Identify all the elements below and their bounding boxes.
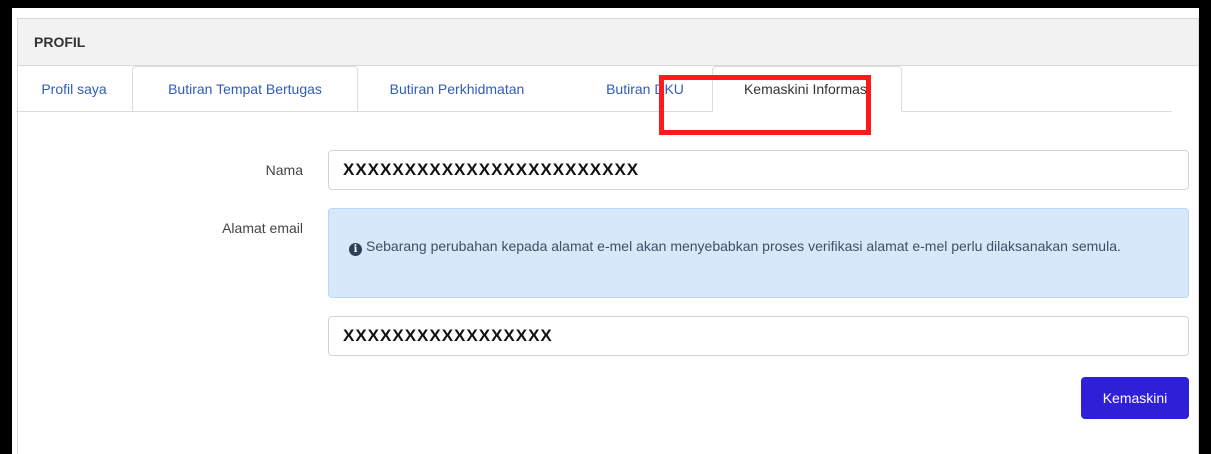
tab-label: Profil saya <box>41 80 107 97</box>
tab-kemaskini-informasi[interactable]: Kemaskini Informasi <box>712 66 902 112</box>
email-value: XXXXXXXXXXXXXXXXX <box>343 326 553 345</box>
name-label: Nama <box>265 162 303 178</box>
tab-butiran-perkhidmatan[interactable]: Butiran Perkhidmatan <box>358 66 556 111</box>
card-header: PROFIL <box>18 19 1198 66</box>
profile-tabs: Profil saya Butiran Tempat Bertugas Buti… <box>16 66 1172 112</box>
tab-label: Butiran DKU <box>606 80 684 97</box>
tab-label: Butiran Perkhidmatan <box>389 80 525 97</box>
name-value: XXXXXXXXXXXXXXXXXXXXXXXX <box>343 160 640 179</box>
tab-label: Kemaskini Informasi <box>743 81 871 97</box>
email-label: Alamat email <box>222 220 303 236</box>
tab-butiran-dku[interactable]: Butiran DKU <box>578 66 712 111</box>
card-title: PROFIL <box>34 34 86 50</box>
email-change-notice: i Sebarang perubahan kepada alamat e-mel … <box>328 208 1189 298</box>
info-circle-icon: i <box>349 243 362 256</box>
kemaskini-button[interactable]: Kemaskini <box>1081 377 1189 419</box>
tab-profil-saya[interactable]: Profil saya <box>16 66 132 111</box>
tab-label: Butiran Tempat Bertugas <box>168 81 322 97</box>
email-notice-text: Sebarang perubahan kepada alamat e-mel a… <box>366 238 1121 254</box>
name-field[interactable]: XXXXXXXXXXXXXXXXXXXXXXXX <box>328 150 1189 190</box>
tab-butiran-tempat-bertugas[interactable]: Butiran Tempat Bertugas <box>132 66 358 111</box>
email-field[interactable]: XXXXXXXXXXXXXXXXX <box>328 316 1189 356</box>
